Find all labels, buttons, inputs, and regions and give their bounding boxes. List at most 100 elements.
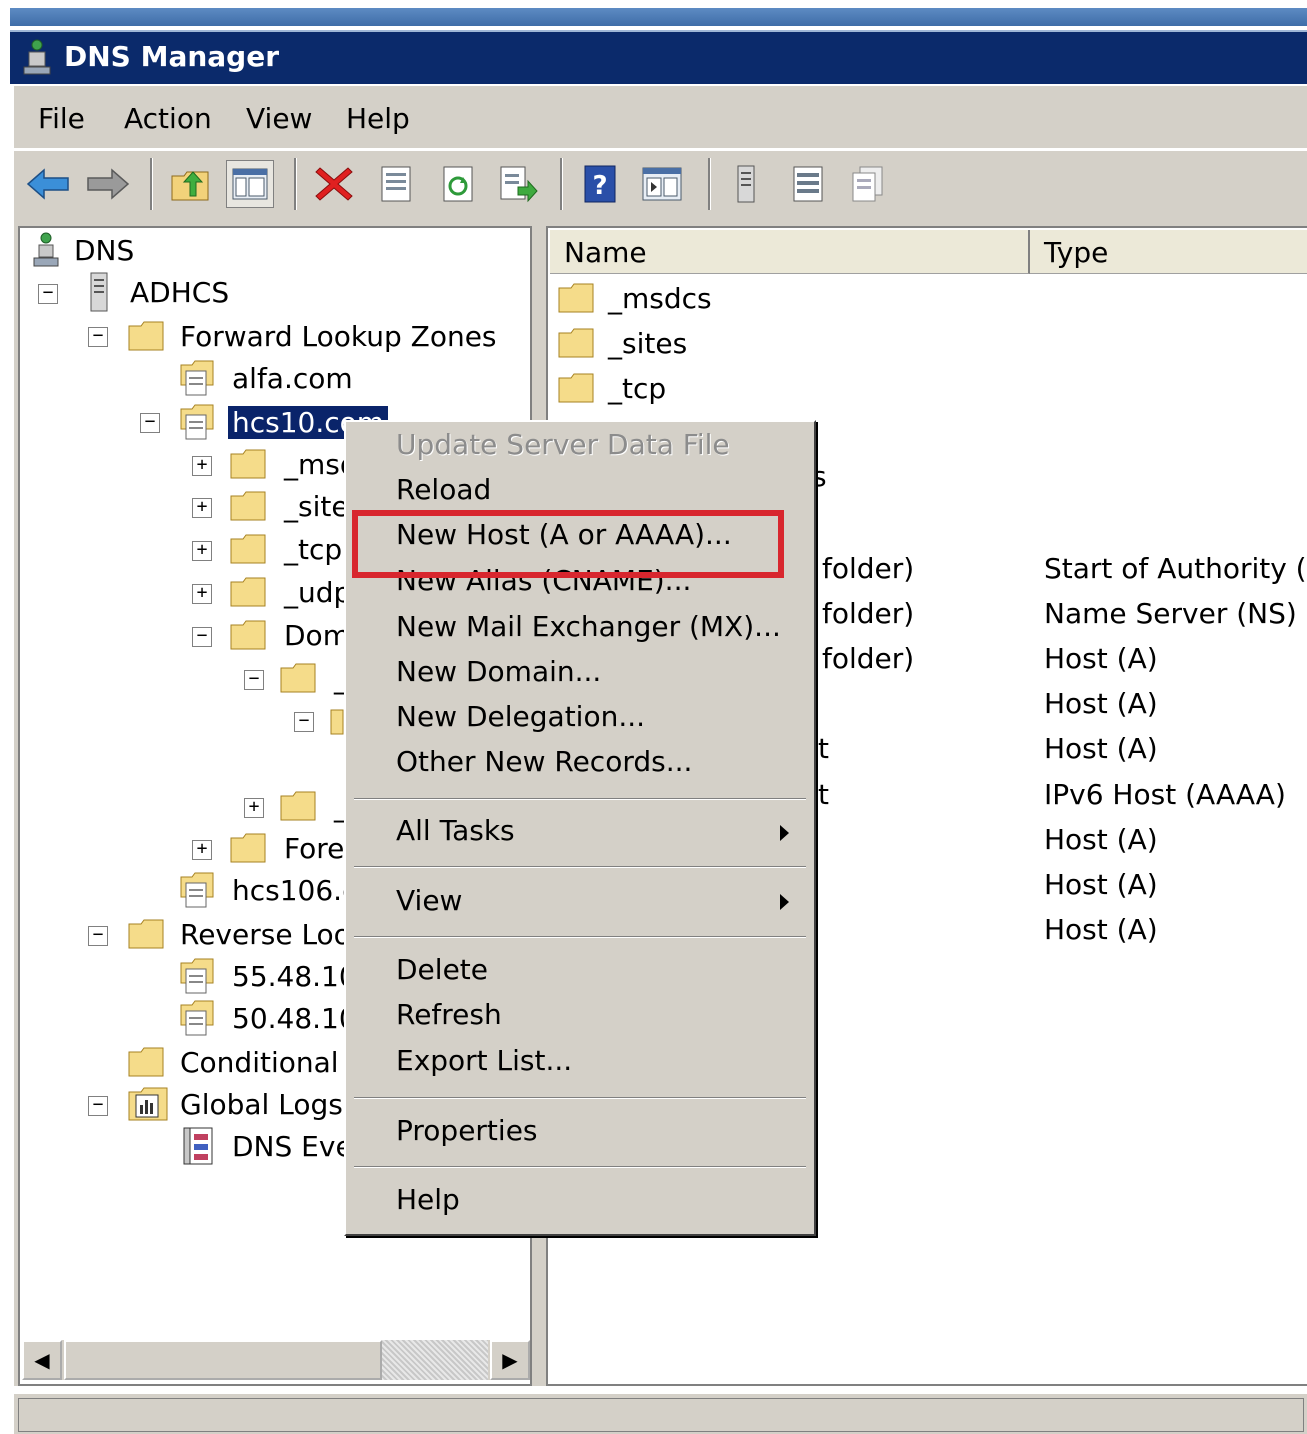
copy-icon[interactable]	[844, 160, 892, 208]
menu-item-refresh[interactable]: Refresh	[396, 998, 502, 1031]
zone-file-icon	[180, 872, 214, 908]
expander-collapse-icon[interactable]: −	[244, 670, 264, 690]
menu-item-update-server-data-file[interactable]: Update Server Data File	[396, 428, 730, 461]
tree-item-dns[interactable]: DNS	[32, 230, 134, 270]
folder-icon	[558, 373, 594, 403]
tree-item-server[interactable]: ADHCS	[88, 272, 229, 312]
delete-icon[interactable]	[310, 160, 358, 208]
menu-separator	[354, 866, 806, 868]
refresh-icon[interactable]	[434, 160, 482, 208]
expander-expand-icon[interactable]: +	[192, 584, 212, 604]
tree-item-alfa-com[interactable]: alfa.com	[180, 358, 353, 398]
list-type-cell: Name Server (NS)	[1044, 597, 1297, 630]
dns-manager-icon	[23, 39, 51, 75]
tree-item-conditional-forwarders[interactable]: Conditional F	[128, 1042, 364, 1082]
menu-view[interactable]: View	[246, 102, 312, 135]
expander-expand-icon[interactable]: +	[244, 798, 264, 818]
window-title: DNS Manager	[64, 40, 280, 73]
tree-item-global-logs[interactable]: Global Logs	[128, 1084, 343, 1124]
tree-item-tcp[interactable]: _tcp	[230, 529, 342, 569]
folder-icon	[558, 328, 594, 358]
tree-item-forestdnszones[interactable]: Fore	[230, 828, 344, 868]
menu-item-view[interactable]: View	[396, 884, 462, 917]
menu-item-export-list[interactable]: Export List...	[396, 1044, 572, 1077]
list-name-partial: t	[818, 778, 829, 811]
menu-file[interactable]: File	[38, 102, 85, 135]
expander-collapse-icon[interactable]: −	[88, 1096, 108, 1116]
folder-icon	[230, 534, 266, 564]
expander-expand-icon[interactable]: +	[192, 456, 212, 476]
folder-icon	[558, 283, 594, 313]
expander-expand-icon[interactable]: +	[192, 541, 212, 561]
menu-item-new-delegation[interactable]: New Delegation...	[396, 700, 645, 733]
menu-item-other-new-records[interactable]: Other New Records...	[396, 745, 692, 778]
menu-item-new-mail-exchanger[interactable]: New Mail Exchanger (MX)...	[396, 610, 781, 643]
tree-item-hcs106[interactable]: hcs106.c	[180, 870, 357, 910]
menu-help[interactable]: Help	[346, 102, 410, 135]
tree-item-nested-folder[interactable]	[330, 700, 344, 740]
list-item[interactable]: _tcp	[558, 368, 666, 408]
column-header-name[interactable]: Name	[550, 230, 1030, 274]
tree-item-reverse-zone-2[interactable]: 50.48.10	[180, 998, 357, 1038]
properties-icon[interactable]	[372, 160, 420, 208]
menu-item-properties[interactable]: Properties	[396, 1114, 538, 1147]
back-arrow-icon[interactable]	[24, 160, 72, 208]
submenu-arrow-icon	[780, 894, 789, 910]
menu-item-help[interactable]: Help	[396, 1183, 460, 1216]
list-icon[interactable]	[784, 160, 832, 208]
up-folder-icon[interactable]	[166, 160, 214, 208]
zone-file-icon	[180, 360, 214, 396]
list-item[interactable]: _msdcs	[558, 278, 712, 318]
tree-item-sub-folder-2[interactable]: _	[280, 786, 348, 826]
help-icon[interactable]: ?	[576, 160, 624, 208]
zone-file-icon	[180, 1000, 214, 1036]
tree-item-dns-events[interactable]: DNS Eve	[180, 1126, 353, 1166]
svg-text:?: ?	[592, 171, 607, 201]
expander-expand-icon[interactable]: +	[192, 498, 212, 518]
scroll-thumb[interactable]	[64, 1340, 382, 1380]
menu-separator	[354, 798, 806, 800]
expander-collapse-icon[interactable]: −	[192, 627, 212, 647]
scroll-right-arrow-icon[interactable]: ▶	[490, 1340, 530, 1380]
expander-collapse-icon[interactable]: −	[140, 413, 160, 433]
server-icon	[90, 272, 108, 312]
tree-item-domaindnszones[interactable]: Dom	[230, 615, 350, 655]
list-name-partial: t	[818, 732, 829, 765]
menu-item-all-tasks[interactable]: All Tasks	[396, 814, 515, 847]
dns-icon	[33, 232, 59, 267]
list-name-partial: folder)	[822, 552, 915, 585]
forward-arrow-icon[interactable]	[84, 160, 132, 208]
folder-icon	[230, 620, 266, 650]
scroll-track[interactable]	[382, 1340, 488, 1380]
list-type-cell: Host (A)	[1044, 868, 1158, 901]
tree-item-reverse-zone-1[interactable]: 55.48.10	[180, 956, 357, 996]
expander-expand-icon[interactable]: +	[192, 840, 212, 860]
list-item[interactable]: _sites	[558, 323, 687, 363]
highlight-annotation-box	[352, 510, 784, 578]
list-type-cell: Host (A)	[1044, 913, 1158, 946]
expander-collapse-icon[interactable]: −	[88, 926, 108, 946]
server-icon[interactable]	[722, 160, 770, 208]
menu-item-delete[interactable]: Delete	[396, 953, 488, 986]
tree-item-reverse-lookup-zones[interactable]: Reverse Loo	[128, 914, 351, 954]
show-hide-tree-icon[interactable]	[226, 160, 274, 208]
scroll-left-arrow-icon[interactable]: ◀	[22, 1340, 62, 1380]
zone-file-icon	[180, 404, 214, 440]
export-list-icon[interactable]	[494, 160, 542, 208]
folder-icon	[128, 1047, 164, 1077]
tree-item-udp[interactable]: _udp	[230, 572, 351, 612]
expander-collapse-icon[interactable]: −	[294, 712, 314, 732]
list-type-cell: Host (A)	[1044, 823, 1158, 856]
expander-collapse-icon[interactable]: −	[88, 327, 108, 347]
menu-item-new-domain[interactable]: New Domain...	[396, 655, 601, 688]
menu-action[interactable]: Action	[124, 102, 212, 135]
tree-item-sub-folder[interactable]: _	[280, 658, 348, 698]
menu-separator	[354, 1097, 806, 1099]
list-name-partial: folder)	[822, 597, 915, 630]
tree-item-forward-lookup-zones[interactable]: Forward Lookup Zones	[128, 316, 497, 356]
column-header-type[interactable]: Type	[1030, 230, 1307, 274]
menu-item-reload[interactable]: Reload	[396, 473, 491, 506]
action-pane-icon[interactable]	[638, 160, 686, 208]
menu-separator	[354, 1166, 806, 1168]
expander-collapse-icon[interactable]: −	[38, 284, 58, 304]
